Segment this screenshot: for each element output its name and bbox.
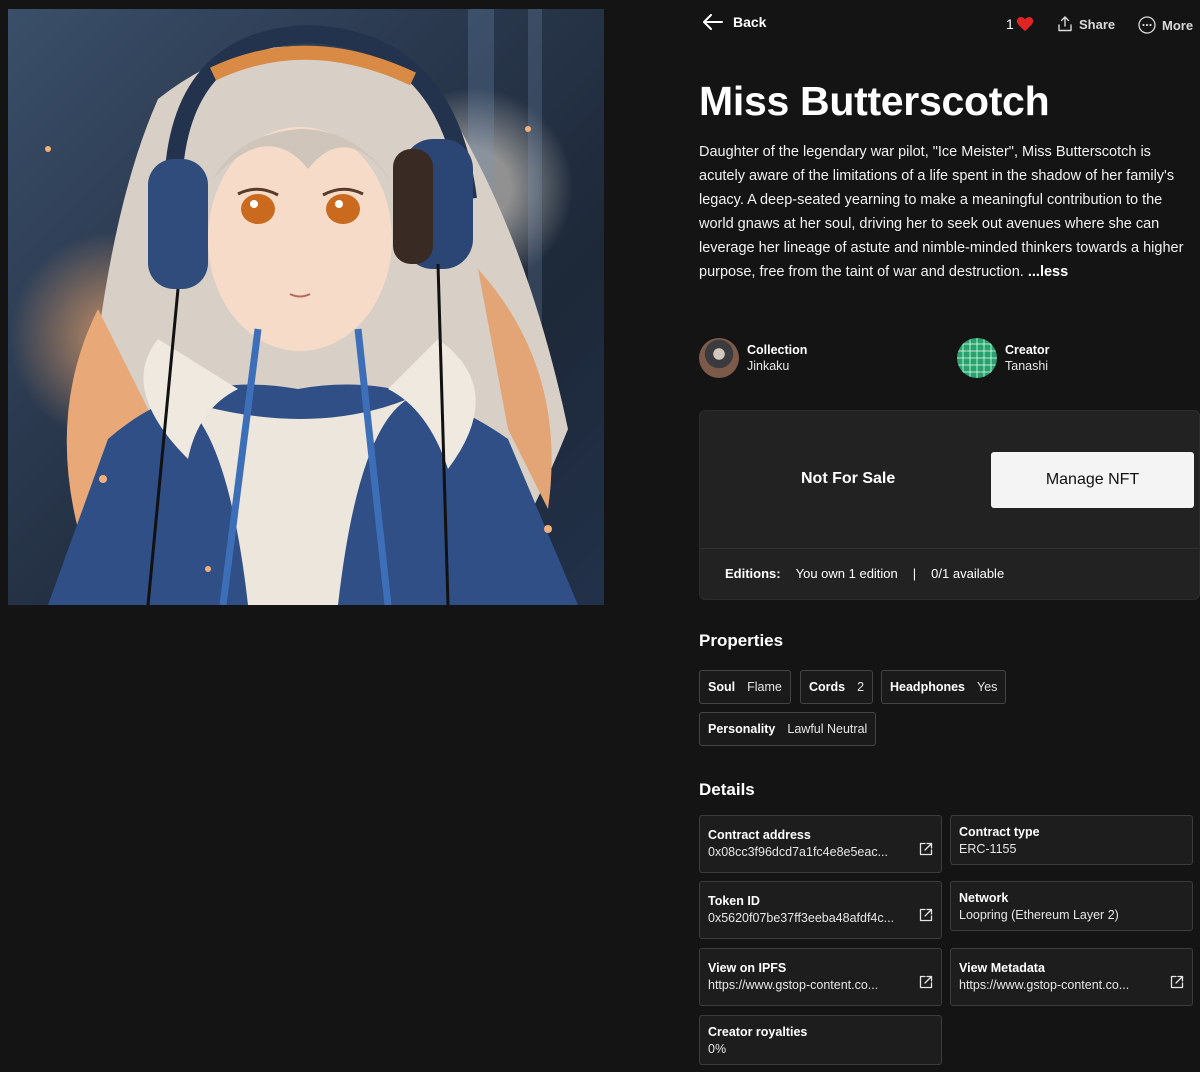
ipfs-card: View on IPFS https://www.gstop-content.c… (699, 948, 942, 1006)
editions-label: Editions: (725, 566, 781, 581)
details-heading: Details (699, 780, 755, 799)
ipfs-value: https://www.gstop-content.co... (708, 978, 879, 992)
collection-block[interactable]: Collection Jinkaku (699, 338, 807, 378)
contract-address-value: 0x08cc3f96dcd7a1fc4e8e5eac... (708, 845, 888, 859)
property-key: Soul (708, 680, 736, 694)
metadata-label: View Metadata (959, 961, 1045, 975)
nft-artwork[interactable] (8, 9, 604, 605)
contract-address-card: Contract address 0x08cc3f96dcd7a1fc4e8e5… (699, 815, 942, 873)
top-bar: Back 1 Share More (699, 14, 1200, 40)
contract-type-value: ERC-1155 (959, 842, 1017, 856)
property-key: Cords (809, 680, 846, 694)
external-link-icon[interactable] (919, 908, 933, 922)
royalties-card: Creator royalties 0% (699, 1015, 942, 1065)
creator-avatar (957, 338, 997, 378)
editions-separator: | (912, 566, 917, 581)
share-icon (1058, 16, 1072, 32)
royalties-label: Creator royalties (708, 1025, 808, 1039)
creator-block[interactable]: Creator Tanashi (957, 338, 1049, 378)
heart-icon (1016, 16, 1033, 32)
network-card: Network Loopring (Ethereum Layer 2) (950, 881, 1193, 931)
creator-label: Creator (1005, 343, 1050, 357)
nft-description: Daughter of the legendary war pilot, "Ic… (699, 140, 1189, 284)
like-button[interactable]: 1 (1006, 16, 1034, 32)
more-label: More (1162, 17, 1194, 33)
contract-type-label: Contract type (959, 825, 1040, 839)
editions-owned: You own 1 edition (795, 566, 898, 581)
more-button[interactable]: More (1138, 16, 1193, 34)
share-label: Share (1079, 16, 1116, 32)
token-id-value: 0x5620f07be37ff3eeba48afdf4c... (708, 911, 895, 925)
property-value: Flame (747, 680, 782, 694)
back-label: Back (733, 14, 767, 30)
description-text: Daughter of the legendary war pilot, "Ic… (699, 144, 1184, 280)
token-id-card: Token ID 0x5620f07be37ff3eeba48afdf4c... (699, 881, 942, 939)
editions-info: Editions: You own 1 edition | 0/1 availa… (725, 566, 1004, 581)
royalties-value: 0% (708, 1042, 727, 1056)
arrow-left-icon (703, 14, 723, 30)
artwork-illustration (45, 9, 578, 605)
contract-type-card: Contract type ERC-1155 (950, 815, 1193, 865)
ipfs-label: View on IPFS (708, 961, 787, 975)
property-value: 2 (857, 680, 865, 694)
network-value: Loopring (Ethereum Layer 2) (959, 908, 1119, 922)
manage-nft-button[interactable]: Manage NFT (991, 452, 1194, 508)
divider (700, 548, 1199, 549)
metadata-card: View Metadata https://www.gstop-content.… (950, 948, 1193, 1006)
network-label: Network (959, 891, 1009, 905)
external-link-icon[interactable] (919, 975, 933, 989)
show-less-link[interactable]: ...less (1028, 264, 1068, 280)
editions-available: 0/1 available (931, 566, 1005, 581)
contract-address-label: Contract address (708, 828, 811, 842)
property-value: Yes (977, 680, 998, 694)
external-link-icon[interactable] (1170, 975, 1184, 989)
sale-status: Not For Sale (801, 470, 896, 487)
more-dots-icon (1138, 16, 1156, 34)
property-tag[interactable]: Soul Flame (699, 670, 791, 704)
collection-name: Jinkaku (747, 359, 790, 373)
creator-name: Tanashi (1005, 359, 1049, 373)
properties-heading: Properties (699, 631, 784, 650)
external-link-icon[interactable] (919, 842, 933, 856)
back-button[interactable]: Back (703, 14, 766, 30)
property-value: Lawful Neutral (787, 722, 868, 736)
metadata-value: https://www.gstop-content.co... (959, 978, 1130, 992)
property-tag[interactable]: Personality Lawful Neutral (699, 712, 877, 746)
share-button[interactable]: Share (1057, 16, 1115, 32)
collection-avatar (699, 338, 739, 378)
property-key: Personality (708, 722, 776, 736)
sale-card: Not For Sale Manage NFT Editions: You ow… (699, 410, 1200, 600)
nft-title: Miss Butterscotch (699, 78, 1050, 124)
collection-label: Collection (747, 343, 808, 357)
property-tag[interactable]: Headphones Yes (881, 670, 1007, 704)
token-id-label: Token ID (708, 894, 760, 908)
property-key: Headphones (890, 680, 966, 694)
property-tag[interactable]: Cords 2 (800, 670, 874, 704)
likes-count: 1 (1006, 16, 1014, 32)
